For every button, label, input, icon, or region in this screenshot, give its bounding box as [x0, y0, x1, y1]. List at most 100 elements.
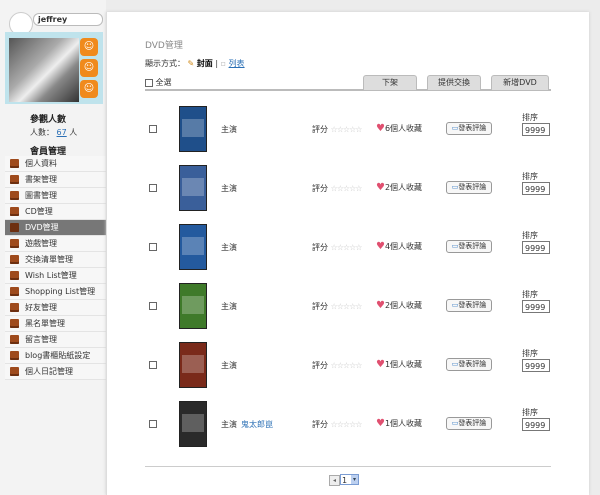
page-select[interactable]: 1 ▾ — [340, 474, 359, 485]
folder-icon — [10, 175, 19, 184]
sidebar-item-label: DVD管理 — [25, 223, 59, 232]
star-rating-icon[interactable]: ☆☆☆☆☆ — [331, 302, 363, 311]
sort-order-input[interactable]: 9999 — [522, 418, 550, 431]
sidebar-item-bookshelf[interactable]: 書架管理 — [5, 172, 106, 188]
folder-icon — [10, 159, 19, 168]
sidebar-item-diary[interactable]: 個人日記管理 — [5, 364, 106, 380]
favorite-count: ♥4個人收藏 — [376, 241, 422, 252]
sidebar-item-label: 留言管理 — [25, 335, 57, 344]
select-all-checkbox[interactable] — [145, 78, 153, 87]
post-comment-button[interactable]: ▭發表評論 — [446, 358, 492, 371]
comment-button-label: 發表評論 — [458, 360, 487, 368]
dvd-cover-image[interactable] — [179, 401, 207, 447]
sidebar-item-books[interactable]: 圖書管理 — [5, 188, 106, 204]
rating-label: 評分 — [312, 302, 328, 311]
sort-order-input[interactable]: 9999 — [522, 300, 550, 313]
display-mode-label: 顯示方式： — [145, 59, 185, 68]
badge-icon[interactable]: ☺ — [80, 80, 98, 98]
visitors-unit: 人 — [69, 128, 78, 137]
sort-order-input[interactable]: 9999 — [522, 182, 550, 195]
row-checkbox[interactable] — [149, 125, 157, 133]
visitors-count-link[interactable]: 67 — [57, 128, 67, 137]
star-rating-icon[interactable]: ☆☆☆☆☆ — [331, 125, 363, 134]
dvd-cover-image[interactable] — [179, 224, 207, 270]
sort-order-input[interactable]: 9999 — [522, 359, 550, 372]
row-checkbox[interactable] — [149, 184, 157, 192]
sidebar-item-wishlist[interactable]: Wish List管理 — [5, 268, 106, 284]
post-comment-button[interactable]: ▭發表評論 — [446, 181, 492, 194]
folder-icon — [10, 207, 19, 216]
view-list-link[interactable]: 列表 — [229, 59, 245, 68]
favorite-count: ♥1個人收藏 — [376, 359, 422, 370]
post-comment-button[interactable]: ▭發表評論 — [446, 122, 492, 135]
folder-icon — [10, 271, 19, 280]
sidebar-item-shopping[interactable]: Shopping List管理 — [5, 284, 106, 300]
favorite-count-text: 4個人收藏 — [384, 242, 423, 251]
star-rating-icon[interactable]: ☆☆☆☆☆ — [331, 243, 363, 252]
visitors-label: 人數： — [30, 128, 54, 137]
folder-icon — [10, 191, 19, 200]
table-row: 主演 評分 ☆☆☆☆☆ ♥2個人收藏 ▭發表評論 排序 9999 — [145, 159, 551, 218]
dvd-cover-image[interactable] — [179, 283, 207, 329]
offer-exchange-button[interactable]: 提供交換 — [427, 75, 481, 90]
username: jeffrey — [33, 13, 103, 26]
sort-label: 排序 — [522, 172, 538, 181]
sidebar-item-blacklist[interactable]: 黑名單管理 — [5, 316, 106, 332]
profile-photo-panel: ☺ ☺ ☺ — [5, 32, 103, 104]
table-row: 主演 評分 ☆☆☆☆☆ ♥4個人收藏 ▭發表評論 排序 9999 — [145, 218, 551, 277]
unlist-button[interactable]: 下架 — [363, 75, 417, 90]
chevron-down-icon: ▾ — [351, 475, 358, 484]
row-checkbox[interactable] — [149, 420, 157, 428]
sidebar-item-messages[interactable]: 留言管理 — [5, 332, 106, 348]
dvd-cover-image[interactable] — [179, 342, 207, 388]
row-checkbox[interactable] — [149, 302, 157, 310]
actor-name-link[interactable]: 鬼太郎崑 — [241, 420, 273, 429]
visitors-count-row: 人數： 67 人 — [30, 127, 77, 138]
actor-field: 主演 — [221, 124, 241, 135]
folder-icon — [10, 255, 19, 264]
sidebar-item-label: Wish List管理 — [25, 271, 77, 280]
post-comment-button[interactable]: ▭發表評論 — [446, 299, 492, 312]
star-rating-icon[interactable]: ☆☆☆☆☆ — [331, 184, 363, 193]
sidebar-item-label: 好友管理 — [25, 303, 57, 312]
dvd-cover-image[interactable] — [179, 165, 207, 211]
sort-order-input[interactable]: 9999 — [522, 123, 550, 136]
view-cover-option[interactable]: 封面 — [197, 59, 213, 68]
actor-field: 主演 — [221, 242, 241, 253]
actor-field: 主演 鬼太郎崑 — [221, 419, 273, 430]
post-comment-button[interactable]: ▭發表評論 — [446, 417, 492, 430]
sidebar-item-dvd[interactable]: DVD管理 — [5, 220, 106, 236]
table-row: 主演 鬼太郎崑 評分 ☆☆☆☆☆ ♥1個人收藏 ▭發表評論 排序 9999 — [145, 395, 551, 454]
row-checkbox[interactable] — [149, 361, 157, 369]
star-rating-icon[interactable]: ☆☆☆☆☆ — [331, 361, 363, 370]
actor-label: 主演 — [221, 125, 237, 134]
visitors-title: 參觀人數 — [30, 115, 67, 125]
add-dvd-button[interactable]: 新增DVD — [491, 75, 549, 90]
sidebar-item-exchange[interactable]: 交換清單管理 — [5, 252, 106, 268]
row-checkbox[interactable] — [149, 243, 157, 251]
select-all[interactable]: 全選 — [145, 77, 172, 88]
badge-icon[interactable]: ☺ — [80, 59, 98, 77]
sidebar-item-games[interactable]: 遊戲管理 — [5, 236, 106, 252]
rating-label: 評分 — [312, 184, 328, 193]
sidebar-item-cd[interactable]: CD管理 — [5, 204, 106, 220]
select-all-label: 全選 — [155, 78, 172, 87]
avatar[interactable] — [9, 38, 79, 102]
prev-page-icon[interactable]: ◂ — [329, 475, 340, 486]
sidebar-item-friends[interactable]: 好友管理 — [5, 300, 106, 316]
comment-button-label: 發表評論 — [458, 124, 487, 132]
sidebar-item-blog-sticker[interactable]: blog書櫃貼紙設定 — [5, 348, 106, 364]
sidebar-item-profile[interactable]: 個人資料 — [5, 156, 106, 172]
actor-field: 主演 — [221, 301, 241, 312]
badge-icon[interactable]: ☺ — [80, 38, 98, 56]
table-row: 主演 評分 ☆☆☆☆☆ ♥6個人收藏 ▭發表評論 排序 9999 — [145, 100, 551, 159]
favorite-count: ♥2個人收藏 — [376, 300, 422, 311]
dvd-cover-image[interactable] — [179, 106, 207, 152]
sidebar-item-label: blog書櫃貼紙設定 — [25, 351, 91, 360]
heart-icon: ♥ — [376, 359, 385, 370]
sort-order-input[interactable]: 9999 — [522, 241, 550, 254]
star-rating-icon[interactable]: ☆☆☆☆☆ — [331, 420, 363, 429]
table-row: 主演 評分 ☆☆☆☆☆ ♥2個人收藏 ▭發表評論 排序 9999 — [145, 277, 551, 336]
sort-label: 排序 — [522, 349, 538, 358]
post-comment-button[interactable]: ▭發表評論 — [446, 240, 492, 253]
